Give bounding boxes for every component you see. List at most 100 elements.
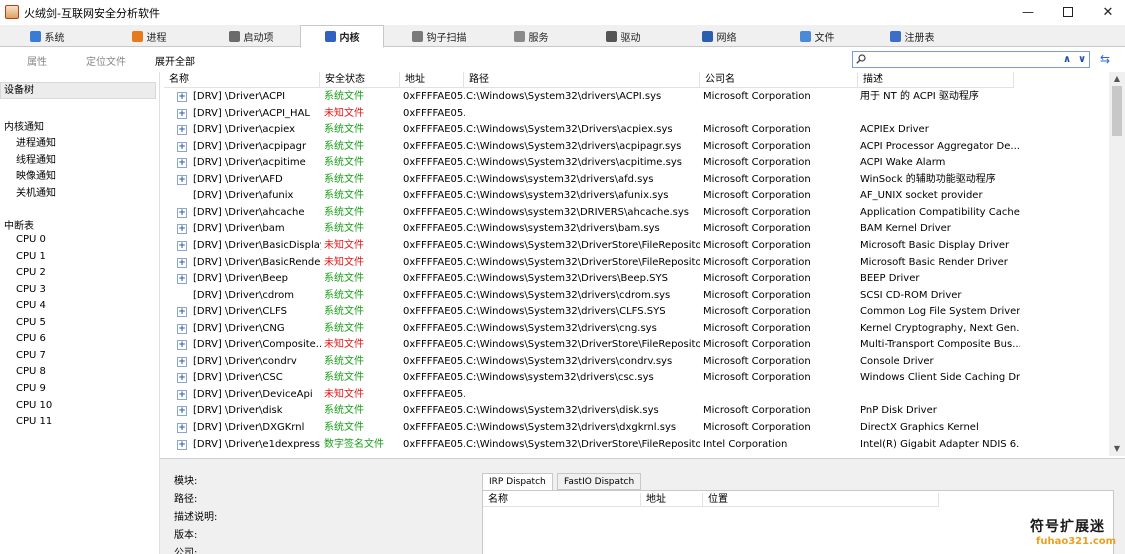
table-row[interactable]: + [DRV] \Driver\acpipagr 系统文件 0xFFFFAE05...… xyxy=(164,139,1108,156)
expand-icon[interactable]: + xyxy=(177,356,187,367)
tab-kernel[interactable]: 内核 xyxy=(300,25,384,48)
device-tree-item[interactable]: 设备树 xyxy=(0,82,156,99)
col-company-header[interactable]: 公司名 xyxy=(700,72,858,88)
table-row[interactable]: + [DRV] \Driver\ACPI 系统文件 0xFFFFAE05...C:\W… xyxy=(164,89,1108,106)
expand-icon[interactable]: + xyxy=(177,174,187,185)
expand-icon[interactable]: + xyxy=(177,439,187,450)
maximize-button[interactable] xyxy=(1048,0,1088,24)
row-path: C:\Windows\System32\drivers\disk.sys xyxy=(466,405,659,417)
expand-icon[interactable]: + xyxy=(177,92,187,102)
dispatch-col-address[interactable]: 地址 xyxy=(641,493,703,507)
expand-icon[interactable]: + xyxy=(177,307,187,318)
expand-icon[interactable]: + xyxy=(177,340,187,351)
search-prev-button[interactable]: ∧ xyxy=(1060,53,1074,66)
expand-all-button[interactable]: 展开全部 xyxy=(155,53,195,68)
cpu-item[interactable]: CPU 11 xyxy=(16,416,52,427)
notify-item[interactable]: 关机通知 xyxy=(16,184,56,199)
kernel-notify-item[interactable]: 内核通知 xyxy=(4,118,44,133)
col-address-header[interactable]: 地址 xyxy=(400,72,464,88)
expand-icon[interactable]: + xyxy=(177,108,187,119)
dispatch-col-location[interactable]: 位置 xyxy=(703,493,939,507)
expand-icon[interactable]: + xyxy=(177,158,187,169)
cpu-item[interactable]: CPU 5 xyxy=(16,317,46,328)
cpu-item[interactable]: CPU 2 xyxy=(16,267,46,278)
tab-network[interactable]: 网络 xyxy=(674,25,764,47)
tab-file[interactable]: 文件 xyxy=(770,25,864,47)
expand-icon[interactable]: + xyxy=(177,141,187,152)
tab-fastio-dispatch[interactable]: FastIO Dispatch xyxy=(557,473,642,490)
table-row[interactable]: + [DRV] \Driver\DeviceApi 未知文件 0xFFFFAE05..… xyxy=(164,387,1108,404)
expand-icon[interactable]: + xyxy=(177,323,187,334)
table-row[interactable]: + [DRV] \Driver\Composite... 未知文件 0xFFFFAE0… xyxy=(164,337,1108,354)
notify-item[interactable]: 线程通知 xyxy=(16,151,56,166)
table-row[interactable]: + [DRV] \Driver\CLFS 系统文件 0xFFFFAE05...C:\W… xyxy=(164,304,1108,321)
table-row[interactable]: + [DRV] \Driver\BasicDisplay 未知文件 0xFFFFAE0… xyxy=(164,238,1108,255)
table-row[interactable]: + [DRV] \Driver\acpitime 系统文件 0xFFFFAE05...… xyxy=(164,155,1108,172)
table-row[interactable]: + [DRV] \Driver\e1dexpress 数字签名文件 0xFFFFAE0… xyxy=(164,437,1108,454)
col-path-header[interactable]: 路径 xyxy=(464,72,700,88)
expand-icon[interactable]: + xyxy=(177,423,187,433)
minimize-button[interactable]: — xyxy=(1008,0,1048,24)
refresh-icon[interactable]: ⇆ xyxy=(1098,52,1112,66)
cpu-item[interactable]: CPU 8 xyxy=(16,366,46,377)
row-status: 系统文件 xyxy=(324,173,364,185)
tab-windows[interactable]: 进程 xyxy=(104,25,194,47)
table-row[interactable]: + [DRV] \Driver\condrv 系统文件 0xFFFFAE05...C:… xyxy=(164,354,1108,371)
expand-icon[interactable]: + xyxy=(177,207,187,218)
expand-icon[interactable]: + xyxy=(177,389,187,400)
col-name-header[interactable]: 名称 xyxy=(164,72,320,88)
expand-icon[interactable]: + xyxy=(177,373,187,384)
scrollbar-thumb[interactable] xyxy=(1112,86,1122,136)
tab-service[interactable]: 服务 xyxy=(486,25,576,47)
row-name: [DRV] \Driver\ACPI_HAL xyxy=(193,107,310,119)
table-row[interactable]: + [DRV] \Driver\Beep 系统文件 0xFFFFAE05...C:\W… xyxy=(164,271,1108,288)
cpu-item[interactable]: CPU 4 xyxy=(16,300,46,311)
interrupt-table-item[interactable]: 中断表 xyxy=(4,217,34,232)
scroll-up-icon[interactable]: ▲ xyxy=(1109,72,1125,86)
cpu-item[interactable]: CPU 0 xyxy=(16,234,46,245)
col-description-header[interactable]: 描述 xyxy=(858,72,1014,88)
table-row[interactable]: + [DRV] \Driver\CSC 系统文件 0xFFFFAE05...C:\Wi… xyxy=(164,370,1108,387)
notify-item[interactable]: 映像通知 xyxy=(16,167,56,182)
table-row[interactable]: [DRV] \Driver\cdrom 系统文件 0xFFFFAE05...C:\W… xyxy=(164,288,1108,305)
notify-item[interactable]: 进程通知 xyxy=(16,134,56,149)
expand-icon[interactable]: + xyxy=(177,257,187,268)
search-input[interactable] xyxy=(871,52,1051,67)
dispatch-col-name[interactable]: 名称 xyxy=(483,493,641,507)
table-row[interactable]: + [DRV] \Driver\ACPI_HAL 未知文件 0xFFFFAE05... xyxy=(164,106,1108,123)
tab-irp-dispatch[interactable]: IRP Dispatch xyxy=(482,473,553,491)
vertical-scrollbar[interactable]: ▲ ▼ xyxy=(1109,72,1125,456)
table-row[interactable]: + [DRV] \Driver\BasicRender 未知文件 0xFFFFAE05… xyxy=(164,255,1108,272)
tab-startup[interactable]: 启动项 xyxy=(206,25,296,47)
row-desc xyxy=(860,106,1020,122)
expand-icon[interactable]: + xyxy=(177,274,187,285)
table-row[interactable]: + [DRV] \Driver\bam 系统文件 0xFFFFAE05...C:\Wi… xyxy=(164,221,1108,238)
table-row[interactable]: + [DRV] \Driver\ahcache 系统文件 0xFFFFAE05...C… xyxy=(164,205,1108,222)
cpu-item[interactable]: CPU 9 xyxy=(16,383,46,394)
expand-icon[interactable]: + xyxy=(177,224,187,235)
table-row[interactable]: + [DRV] \Driver\CNG 系统文件 0xFFFFAE05...C:\Wi… xyxy=(164,321,1108,338)
tab-system[interactable]: 系统 xyxy=(2,25,92,47)
search-next-button[interactable]: ∨ xyxy=(1075,53,1089,66)
expand-icon[interactable]: + xyxy=(177,125,187,136)
cpu-item[interactable]: CPU 1 xyxy=(16,251,46,262)
cpu-item[interactable]: CPU 10 xyxy=(16,400,52,411)
properties-button[interactable]: 属性 xyxy=(27,53,47,68)
table-row[interactable]: + [DRV] \Driver\DXGKrnl 系统文件 0xFFFFAE05...C… xyxy=(164,420,1108,437)
table-row[interactable]: + [DRV] \Driver\disk 系统文件 0xFFFFAE05...C:\W… xyxy=(164,403,1108,420)
tab-registry[interactable]: 注册表 xyxy=(864,25,960,47)
table-row[interactable]: + [DRV] \Driver\acpiex 系统文件 0xFFFFAE05...C:… xyxy=(164,122,1108,139)
table-row[interactable]: [DRV] \Driver\afunix 系统文件 0xFFFFAE05...C:\… xyxy=(164,188,1108,205)
locate-file-button[interactable]: 定位文件 xyxy=(86,53,126,68)
scroll-down-icon[interactable]: ▼ xyxy=(1109,442,1125,456)
expand-icon[interactable]: + xyxy=(177,406,187,417)
col-status-header[interactable]: 安全状态 xyxy=(320,72,400,88)
tab-hook[interactable]: 钩子扫描 xyxy=(392,25,486,47)
table-row[interactable]: + [DRV] \Driver\AFD 系统文件 0xFFFFAE05...C:\Wi… xyxy=(164,172,1108,189)
cpu-item[interactable]: CPU 3 xyxy=(16,284,46,295)
cpu-item[interactable]: CPU 6 xyxy=(16,333,46,344)
expand-icon[interactable]: + xyxy=(177,240,187,251)
cpu-item[interactable]: CPU 7 xyxy=(16,350,46,361)
tab-driver[interactable]: 驱动 xyxy=(578,25,668,47)
close-button[interactable]: ✕ xyxy=(1088,0,1125,24)
